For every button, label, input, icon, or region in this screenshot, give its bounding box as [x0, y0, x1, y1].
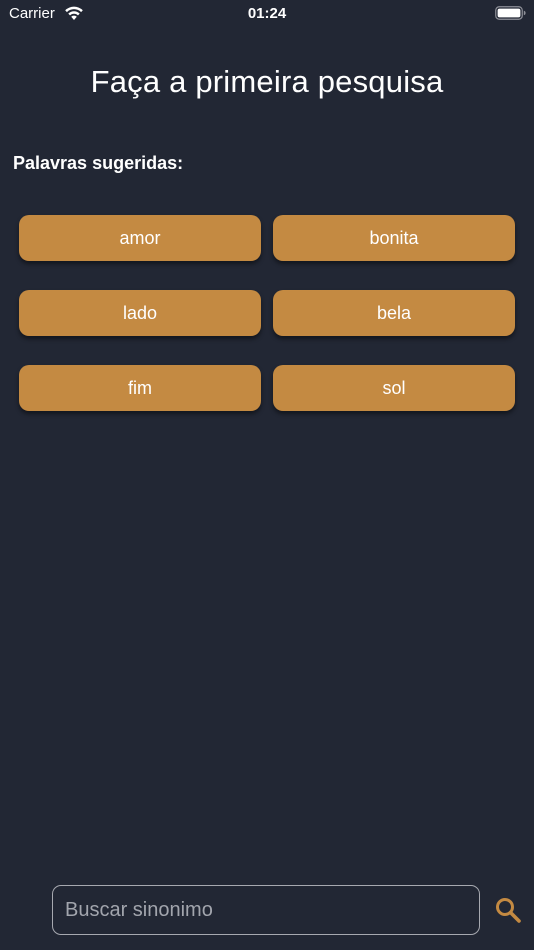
search-input[interactable]: [53, 886, 479, 934]
suggestion-button-sol[interactable]: sol: [273, 365, 515, 411]
status-bar: Carrier 01:24: [0, 0, 534, 28]
suggestion-button-bela[interactable]: bela: [273, 290, 515, 336]
suggested-words-grid: amor bonita lado bela fim sol: [19, 215, 515, 411]
suggestion-button-bonita[interactable]: bonita: [273, 215, 515, 261]
suggestion-button-lado[interactable]: lado: [19, 290, 261, 336]
search-button[interactable]: [494, 896, 522, 924]
clock: 01:24: [247, 5, 287, 22]
search-icon: [496, 898, 521, 923]
page-title: Faça a primeira pesquisa: [90, 64, 444, 99]
suggestion-button-amor[interactable]: amor: [19, 215, 261, 261]
suggestion-button-fim[interactable]: fim: [19, 365, 261, 411]
search-bar: [52, 885, 480, 935]
battery-icon: [495, 6, 526, 20]
suggested-words-label: Palavras sugeridas:: [13, 153, 184, 173]
